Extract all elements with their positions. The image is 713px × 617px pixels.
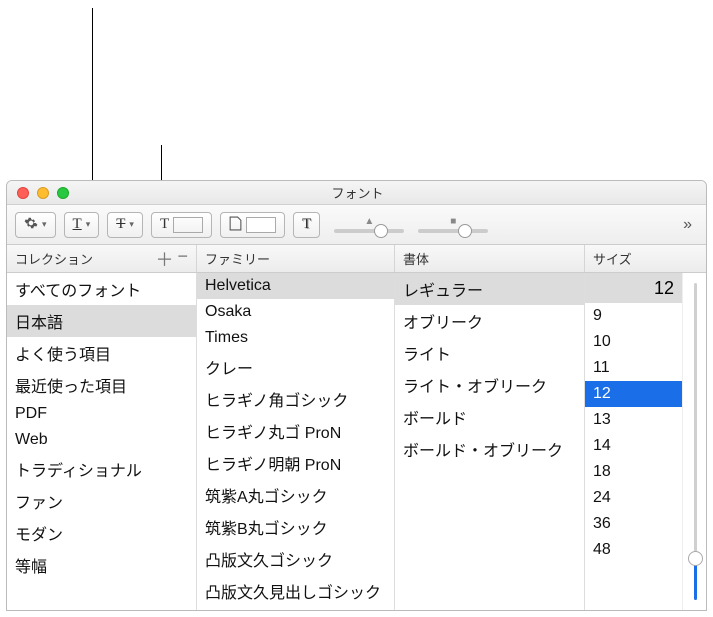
size-slider[interactable]	[682, 273, 706, 610]
header-collection: コレクション ＋ −	[7, 245, 197, 272]
list-item[interactable]: ボールド	[395, 401, 584, 433]
shadow-opacity-slider[interactable]: ▲	[334, 216, 404, 233]
list-item[interactable]: Web	[7, 427, 196, 453]
list-item[interactable]: ライト・オブリーク	[395, 369, 584, 401]
list-item[interactable]: 48	[585, 537, 682, 563]
chevron-down-icon: ▾	[86, 219, 91, 230]
chevron-right-double-icon: »	[683, 216, 692, 233]
list-item[interactable]: オブリーク	[395, 305, 584, 337]
strikethrough-button[interactable]: T ▾	[107, 212, 143, 238]
list-item[interactable]: ヒラギノ明朝 ProN	[197, 447, 394, 479]
toolbar-overflow-button[interactable]: »	[677, 216, 698, 234]
shadow-blur-icon: ■	[450, 216, 456, 227]
list-item[interactable]: レギュラー	[395, 273, 584, 305]
typeface-list[interactable]: レギュラーオブリークライトライト・オブリークボールドボールド・オブリーク	[395, 273, 585, 610]
text-effects-button[interactable]: T	[293, 212, 320, 238]
strikethrough-icon: T	[116, 216, 125, 233]
list-item[interactable]: 12	[585, 381, 682, 407]
remove-collection-button[interactable]: −	[177, 246, 188, 272]
list-item[interactable]: 等幅	[7, 549, 196, 581]
size-list[interactable]: 9101112131418243648	[585, 273, 682, 610]
underline-icon: T	[73, 216, 82, 233]
list-item[interactable]: Times	[197, 325, 394, 351]
column-headers: コレクション ＋ − ファミリー 書体 サイズ	[7, 245, 706, 273]
list-item[interactable]: クレー	[197, 351, 394, 383]
toolbar: ▾ T ▾ T ▾ T T	[7, 205, 706, 245]
header-typeface-label: 書体	[403, 249, 429, 268]
chevron-down-icon: ▾	[129, 219, 134, 230]
list-item[interactable]: Helvetica	[197, 273, 394, 299]
list-item[interactable]: よく使う項目	[7, 337, 196, 369]
list-item[interactable]: 10	[585, 329, 682, 355]
list-item[interactable]: 筑紫A丸ゴシック	[197, 479, 394, 511]
header-size: サイズ	[585, 245, 706, 272]
size-column: 9101112131418243648	[585, 273, 706, 610]
list-item[interactable]: 14	[585, 433, 682, 459]
list-item[interactable]: 24	[585, 485, 682, 511]
close-window-button[interactable]	[17, 187, 29, 199]
header-family-label: ファミリー	[205, 249, 270, 268]
size-slider-knob[interactable]	[688, 551, 703, 566]
add-collection-button[interactable]: ＋	[155, 246, 173, 272]
family-list[interactable]: HelveticaOsakaTimesクレーヒラギノ角ゴシックヒラギノ丸ゴ Pr…	[197, 273, 395, 610]
list-item[interactable]: PDF	[7, 401, 196, 427]
page-color-icon	[229, 216, 242, 234]
list-item[interactable]: 日本語	[7, 305, 196, 337]
traffic-lights	[7, 187, 69, 199]
list-item[interactable]: ヒラギノ丸ゴ ProN	[197, 415, 394, 447]
window-title: フォント	[69, 183, 646, 202]
minimize-window-button[interactable]	[37, 187, 49, 199]
list-item[interactable]: 36	[585, 511, 682, 537]
shadow-blur-slider[interactable]: ■	[418, 216, 488, 233]
action-menu-button[interactable]: ▾	[15, 212, 56, 238]
header-collection-label: コレクション	[15, 249, 93, 268]
text-color-button[interactable]: T	[151, 212, 212, 238]
text-effects-icon: T	[302, 216, 311, 233]
list-item[interactable]: すべてのフォント	[7, 273, 196, 305]
list-item[interactable]: モダン	[7, 517, 196, 549]
list-item[interactable]: ファン	[7, 485, 196, 517]
text-color-icon: T	[160, 216, 169, 233]
header-family: ファミリー	[197, 245, 395, 272]
list-item[interactable]: ヒラギノ角ゴシック	[197, 383, 394, 415]
list-item[interactable]: Osaka	[197, 299, 394, 325]
zoom-window-button[interactable]	[57, 187, 69, 199]
header-size-label: サイズ	[593, 249, 632, 268]
collection-list[interactable]: すべてのフォント日本語よく使う項目最近使った項目PDFWebトラディショナルファ…	[7, 273, 197, 610]
list-item[interactable]: 筑紫B丸ゴシック	[197, 511, 394, 543]
text-color-swatch	[173, 217, 203, 233]
list-item[interactable]: 9	[585, 303, 682, 329]
page-color-button[interactable]	[220, 212, 285, 238]
shadow-opacity-icon: ▲	[364, 216, 374, 227]
page-color-swatch	[246, 217, 276, 233]
list-item[interactable]: 凸版文久見出しゴシック	[197, 575, 394, 607]
panel-body: すべてのフォント日本語よく使う項目最近使った項目PDFWebトラディショナルファ…	[7, 273, 706, 610]
list-item[interactable]: トラディショナル	[7, 453, 196, 485]
list-item[interactable]: 最近使った項目	[7, 369, 196, 401]
size-input[interactable]	[585, 273, 682, 303]
list-item[interactable]: 13	[585, 407, 682, 433]
fonts-panel: フォント ▾ T ▾ T ▾ T	[6, 180, 707, 611]
list-item[interactable]: 凸版文久ゴシック	[197, 543, 394, 575]
header-typeface: 書体	[395, 245, 585, 272]
underline-button[interactable]: T ▾	[64, 212, 100, 238]
chevron-down-icon: ▾	[42, 219, 47, 230]
list-item[interactable]: ライト	[395, 337, 584, 369]
titlebar: フォント	[7, 181, 706, 205]
gear-icon	[24, 216, 38, 233]
list-item[interactable]: 11	[585, 355, 682, 381]
list-item[interactable]: ボールド・オブリーク	[395, 433, 584, 465]
list-item[interactable]: 18	[585, 459, 682, 485]
